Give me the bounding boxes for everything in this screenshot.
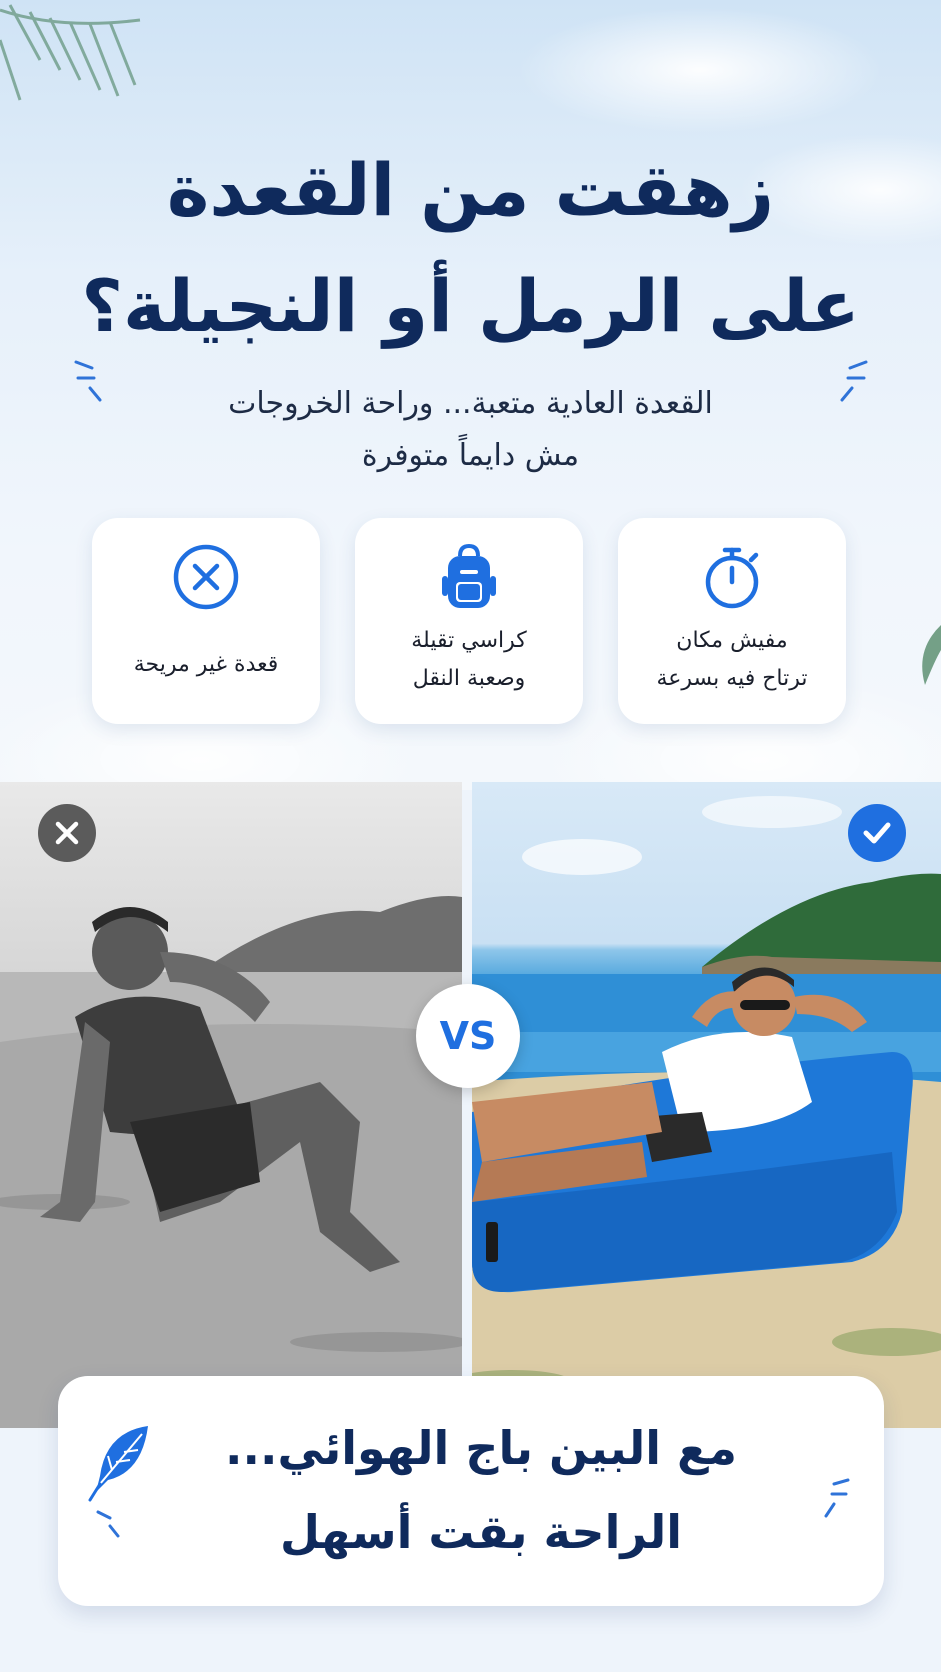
before-scene	[0, 896, 462, 1428]
subheadline-line-1: القعدة العادية متعبة... وراحة الخروجات	[228, 386, 713, 421]
palm-leaf-top-left	[0, 4, 141, 101]
pain-point-line-1: قعدة غير مريحة	[133, 652, 279, 677]
sparkle-icon-bottom-right	[824, 1478, 850, 1518]
close-icon	[55, 821, 79, 845]
pain-point-card: كراسي تقيلة وصعبة النقل	[355, 518, 583, 724]
subheadline-line-2: مش دايماً متوفرة	[361, 438, 580, 473]
pain-point-card: مفيش مكان ترتاح فيه بسرعة	[618, 518, 846, 724]
pain-point-line-1: مفيش مكان	[676, 628, 788, 653]
headline: زهقت من القعدة على الرمل أو النجيلة؟	[0, 132, 941, 364]
after-scene	[472, 796, 941, 1428]
bottom-banner: مع البين باج الهوائي... الراحة بقت أسهل	[58, 1376, 884, 1606]
palm-leaf-right	[922, 625, 941, 685]
bottom-banner-line-2: الراحة بقت أسهل	[279, 1505, 682, 1559]
stopwatch-icon	[705, 547, 759, 609]
subheadline: القعدة العادية متعبة... وراحة الخروجات م…	[0, 378, 941, 482]
pain-point-line-1: كراسي تقيلة	[411, 628, 527, 653]
headline-line-2: على الرمل أو النجيلة؟	[81, 264, 860, 348]
after-photo	[472, 782, 941, 1428]
pain-point-card: قعدة غير مريحة	[92, 518, 320, 724]
backpack-icon	[442, 543, 496, 608]
after-badge	[848, 804, 906, 862]
sparkle-icon-bottom-left	[96, 1510, 120, 1538]
x-circle-icon	[173, 544, 239, 610]
pain-point-line-2: وصعبة النقل	[412, 666, 526, 691]
comparison-section: VS	[0, 782, 941, 1428]
pain-points-row: مفيش مكان ترتاح فيه بسرعة كراسي تقيلة وص…	[92, 518, 848, 726]
before-photo	[0, 782, 462, 1428]
vs-badge: VS	[416, 984, 520, 1088]
bottom-banner-line-1: مع البين باج الهوائي...	[225, 1421, 737, 1475]
check-icon	[863, 822, 891, 844]
before-badge	[38, 804, 96, 862]
pain-point-line-2: ترتاح فيه بسرعة	[656, 666, 808, 691]
headline-line-1: زهقت من القعدة	[166, 148, 775, 232]
feather-icon	[88, 1426, 148, 1502]
